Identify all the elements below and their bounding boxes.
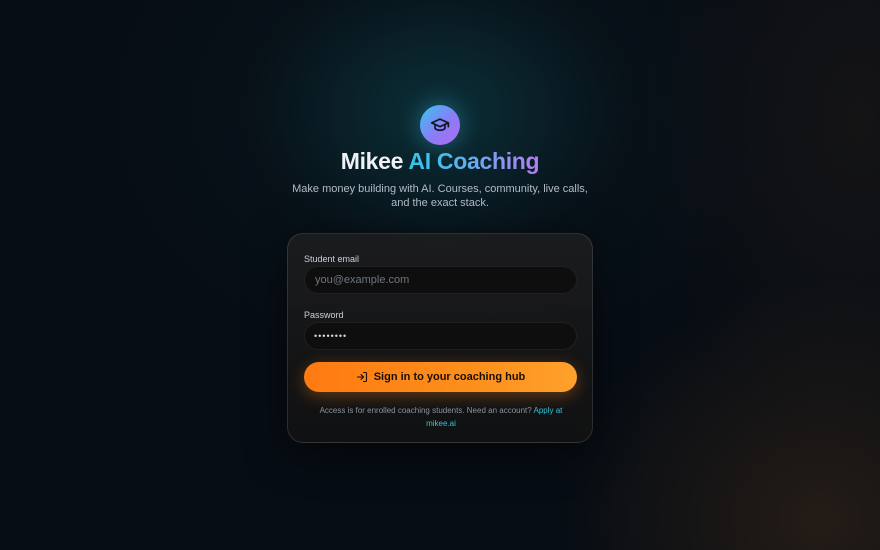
access-note: Access is for enrolled coaching students…	[314, 404, 568, 430]
sign-in-button[interactable]: Sign in to your coaching hub	[304, 362, 577, 392]
login-page: Mikee AI Coaching Make money building wi…	[0, 0, 880, 550]
page-subtitle: Make money building with AI. Courses, co…	[292, 183, 588, 209]
brand-logo	[420, 105, 460, 145]
login-card: Student email Password •••••••• Sign in …	[287, 233, 593, 443]
access-note-text: Access is for enrolled coaching students…	[319, 406, 532, 415]
password-value: ••••••••	[314, 331, 348, 341]
email-field[interactable]	[304, 266, 577, 294]
sign-in-icon	[356, 371, 368, 383]
email-label: Student email	[304, 254, 360, 264]
title-brand-product: AI Coaching	[408, 148, 540, 174]
password-label: Password	[304, 310, 344, 320]
title-brand-name: Mikee	[340, 148, 404, 174]
page-title: Mikee AI Coaching	[0, 148, 880, 175]
graduation-cap-icon	[430, 115, 450, 135]
sign-in-button-label: Sign in to your coaching hub	[373, 371, 526, 383]
